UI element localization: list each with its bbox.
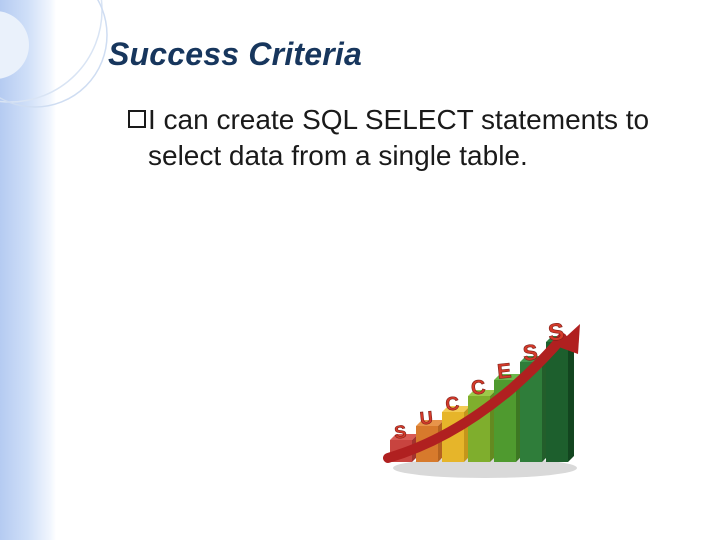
svg-text:S: S <box>393 421 407 442</box>
bullet-text: I can create SQL SELECT statements to se… <box>148 102 660 174</box>
svg-text:S: S <box>547 320 566 347</box>
svg-text:C: C <box>470 376 487 399</box>
svg-text:C: C <box>444 393 460 415</box>
side-stripe <box>0 0 56 540</box>
slide-title: Success Criteria <box>108 36 362 73</box>
checkbox-icon <box>128 110 146 128</box>
success-graphic: S U C C E S S <box>380 320 590 480</box>
svg-text:S: S <box>522 339 539 365</box>
svg-text:E: E <box>496 359 512 383</box>
svg-text:U: U <box>419 407 434 428</box>
bullet-item: I can create SQL SELECT statements to se… <box>128 102 660 174</box>
